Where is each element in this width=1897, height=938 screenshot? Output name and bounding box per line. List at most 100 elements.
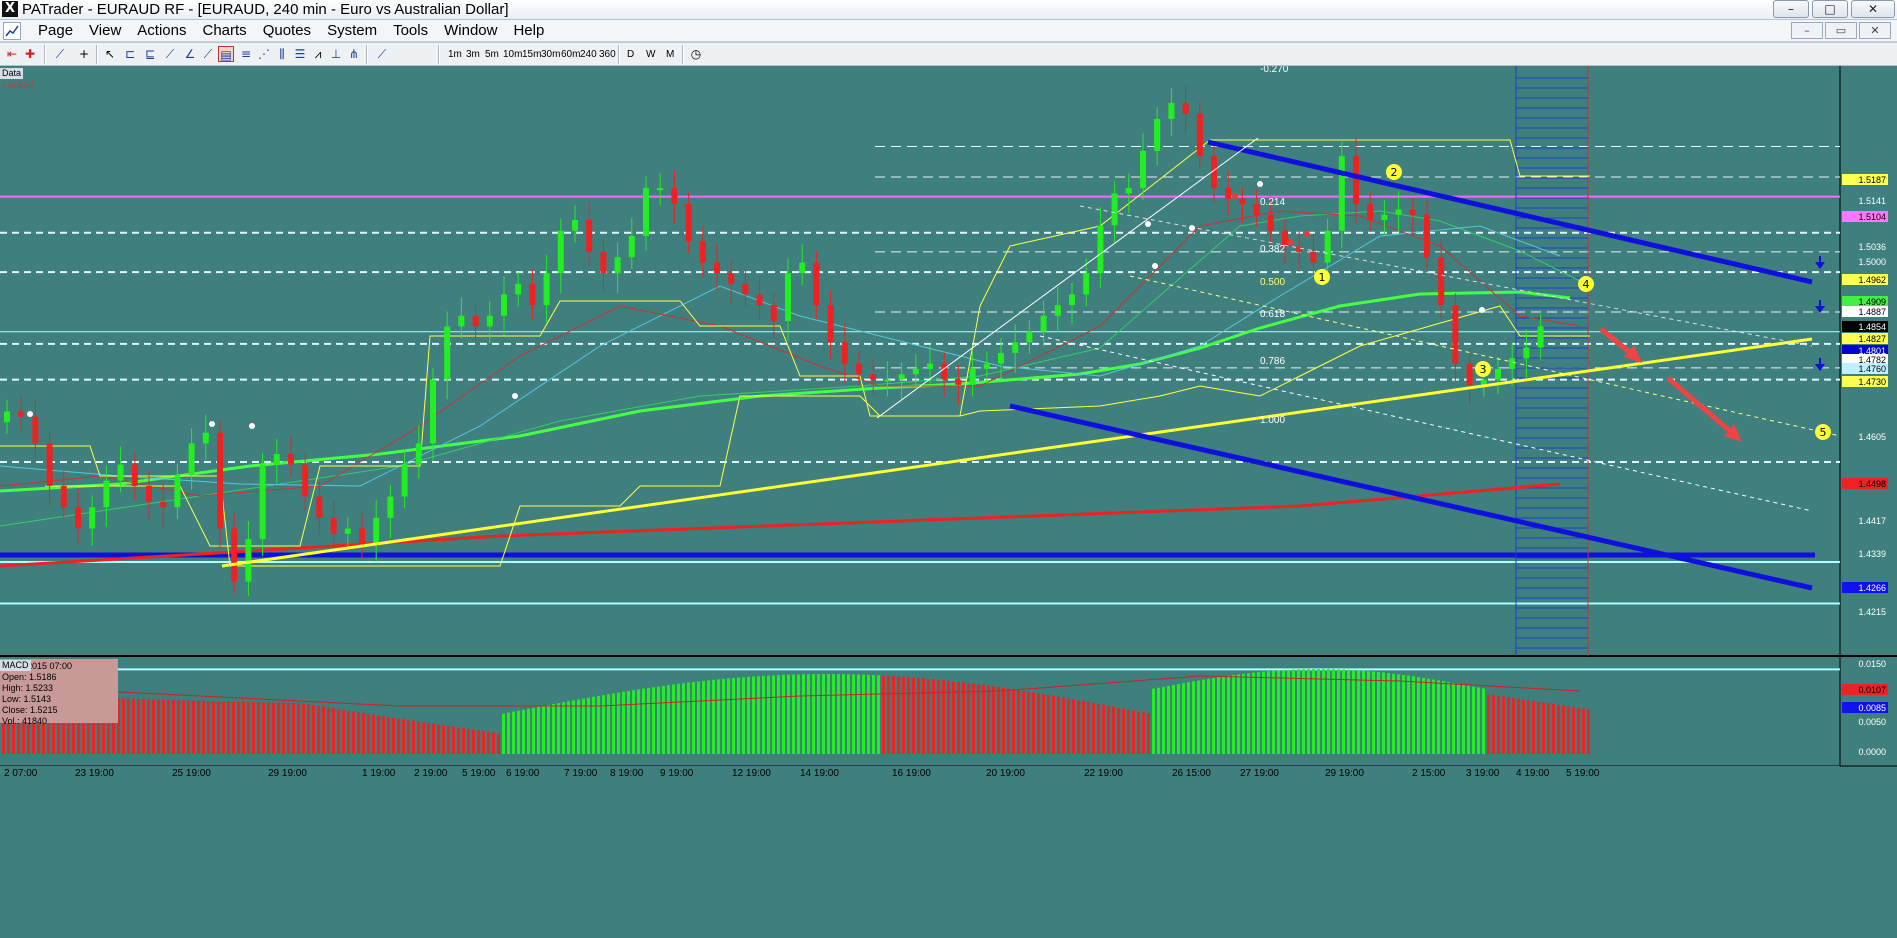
macd-bar-negative bbox=[127, 698, 130, 754]
red-arrow-icon[interactable]: ⇤ bbox=[4, 46, 20, 62]
chart-window-icon[interactable] bbox=[3, 22, 21, 40]
maximize-button[interactable]: □ bbox=[1812, 0, 1848, 18]
pointer-icon[interactable]: ↖ bbox=[102, 46, 118, 62]
donchian-lower-line bbox=[0, 305, 1590, 567]
menu-system[interactable]: System bbox=[319, 20, 385, 42]
timeframe-10m[interactable]: 10m bbox=[503, 47, 522, 62]
timeframe-weekly[interactable]: W bbox=[646, 47, 655, 62]
macd-bar-negative bbox=[387, 716, 390, 754]
macd-bar-positive bbox=[1467, 685, 1470, 754]
trendline-icon[interactable]: ⟋ bbox=[162, 46, 178, 62]
timeframe-monthly[interactable]: M bbox=[666, 47, 674, 62]
mdi-minimize-button[interactable]: – bbox=[1791, 22, 1823, 39]
chart-settings-icon[interactable]: ⟋ bbox=[374, 46, 390, 62]
line-chart-icon[interactable]: ⟋ bbox=[52, 46, 68, 62]
macd-bar-negative bbox=[892, 676, 895, 754]
menu-help[interactable]: Help bbox=[505, 20, 552, 42]
timeframe-30m[interactable]: 30m bbox=[541, 47, 560, 62]
timeframe-15m[interactable]: 15m bbox=[522, 47, 541, 62]
macd-bar-negative bbox=[277, 702, 280, 754]
time-axis-label: 6 19:00 bbox=[506, 768, 540, 779]
menu-quotes[interactable]: Quotes bbox=[255, 20, 319, 42]
bull-candle bbox=[4, 411, 10, 423]
abc-icon[interactable]: ⩘ bbox=[310, 46, 326, 62]
macd-bar-negative bbox=[297, 703, 300, 754]
mdi-close-button[interactable]: ✕ bbox=[1859, 22, 1891, 39]
timeframe-3m[interactable]: 3m bbox=[466, 47, 480, 62]
macd-bar-negative bbox=[267, 702, 270, 754]
macd-bar-negative bbox=[1522, 699, 1525, 754]
channel-icon[interactable]: ⋰ bbox=[256, 46, 272, 62]
macd-bar-positive bbox=[797, 674, 800, 754]
macd-bar-positive bbox=[1247, 673, 1250, 754]
timeframe-5m[interactable]: 5m bbox=[485, 47, 499, 62]
macd-bar-negative bbox=[992, 686, 995, 754]
macd-bar-negative bbox=[1497, 695, 1500, 754]
moving-average-line bbox=[0, 210, 1581, 497]
bear-candle bbox=[1438, 257, 1445, 306]
menu-actions[interactable]: Actions bbox=[129, 20, 194, 42]
channel-icon[interactable]: ⫼ bbox=[274, 46, 290, 62]
price-chart[interactable]: -0.2700.2140.3820.5000.6180.7861.000 123… bbox=[0, 66, 1897, 938]
elliott-wave-label: 4 bbox=[1583, 278, 1590, 291]
timeframe-60m[interactable]: 60m bbox=[561, 47, 580, 62]
price-tag-label: 1.4266 bbox=[1858, 583, 1886, 593]
clock-icon[interactable]: ◷ bbox=[688, 46, 704, 62]
menu-page[interactable]: Page bbox=[30, 20, 81, 42]
pitchfork-icon[interactable]: ⋔ bbox=[346, 46, 362, 62]
macd-bar-positive bbox=[517, 710, 520, 754]
macd-bar-positive bbox=[1262, 671, 1265, 754]
trendline-icon[interactable]: ∠ bbox=[182, 46, 198, 62]
fan-icon[interactable]: ≡ bbox=[238, 46, 254, 62]
fractal-dot bbox=[27, 411, 33, 417]
timeframe-240[interactable]: 240 bbox=[580, 47, 597, 62]
macd-bar-positive bbox=[617, 692, 620, 754]
fib-icon[interactable]: ⊑ bbox=[142, 46, 158, 62]
bear-candle bbox=[1367, 204, 1374, 221]
macd-bar-positive bbox=[1292, 669, 1295, 754]
timeframe-360[interactable]: 360 bbox=[599, 47, 616, 62]
bear-candle bbox=[32, 416, 39, 444]
macd-bar-negative bbox=[392, 717, 395, 754]
rectangle-icon[interactable]: ▤ bbox=[218, 46, 234, 62]
macd-bar-positive bbox=[1362, 670, 1365, 754]
menu-tools[interactable]: Tools bbox=[385, 20, 436, 42]
macd-label: MACD bbox=[0, 660, 31, 671]
macd-bar-negative bbox=[187, 700, 190, 754]
macd-bar-negative bbox=[1087, 702, 1090, 754]
close-button[interactable]: ✕ bbox=[1851, 0, 1895, 18]
minimize-button[interactable]: – bbox=[1773, 0, 1809, 18]
timeframe-1m[interactable]: 1m bbox=[448, 47, 462, 62]
timeframe-daily[interactable]: D bbox=[627, 47, 634, 62]
text-icon[interactable]: ⊥ bbox=[328, 46, 344, 62]
bear-candle bbox=[671, 188, 678, 205]
bear-candle bbox=[146, 485, 152, 502]
price-tag-label: 1.4760 bbox=[1858, 364, 1886, 374]
menu-charts[interactable]: Charts bbox=[195, 20, 255, 42]
time-axis-label: 1 19:00 bbox=[362, 768, 396, 779]
blue-cross-icon[interactable]: ✚ bbox=[22, 46, 38, 62]
channel-icon[interactable]: ☰ bbox=[292, 46, 308, 62]
macd-bar-positive bbox=[607, 694, 610, 754]
macd-bar-positive bbox=[842, 674, 845, 754]
macd-bar-negative bbox=[1127, 709, 1130, 754]
mdi-restore-button[interactable]: ▭ bbox=[1825, 22, 1857, 39]
trendline-icon[interactable]: ⟋ bbox=[200, 46, 216, 62]
fib-icon[interactable]: ⊏ bbox=[122, 46, 138, 62]
fib-ratio-label: 0.382 bbox=[1260, 244, 1285, 255]
menu-window[interactable]: Window bbox=[436, 20, 505, 42]
macd-bar-negative bbox=[1052, 695, 1055, 754]
macd-bar-negative bbox=[1542, 702, 1545, 754]
menu-view[interactable]: View bbox=[81, 20, 129, 42]
macd-bar-negative bbox=[1572, 707, 1575, 754]
macd-bar-negative bbox=[887, 675, 890, 754]
macd-bar-positive bbox=[817, 674, 820, 754]
chart-area[interactable]: -0.270 0.214 0.382 0.500 0.618 0.786 1.000 123… bbox=[0, 66, 1897, 938]
macd-bar-negative bbox=[1132, 710, 1135, 754]
bear-candle bbox=[46, 443, 53, 486]
bear-candle bbox=[1452, 305, 1459, 364]
fib-ratio-label: 0.214 bbox=[1260, 197, 1285, 208]
bull-candle bbox=[614, 257, 621, 274]
bear-candle bbox=[586, 220, 593, 252]
crosshair-icon[interactable]: + bbox=[76, 46, 92, 62]
